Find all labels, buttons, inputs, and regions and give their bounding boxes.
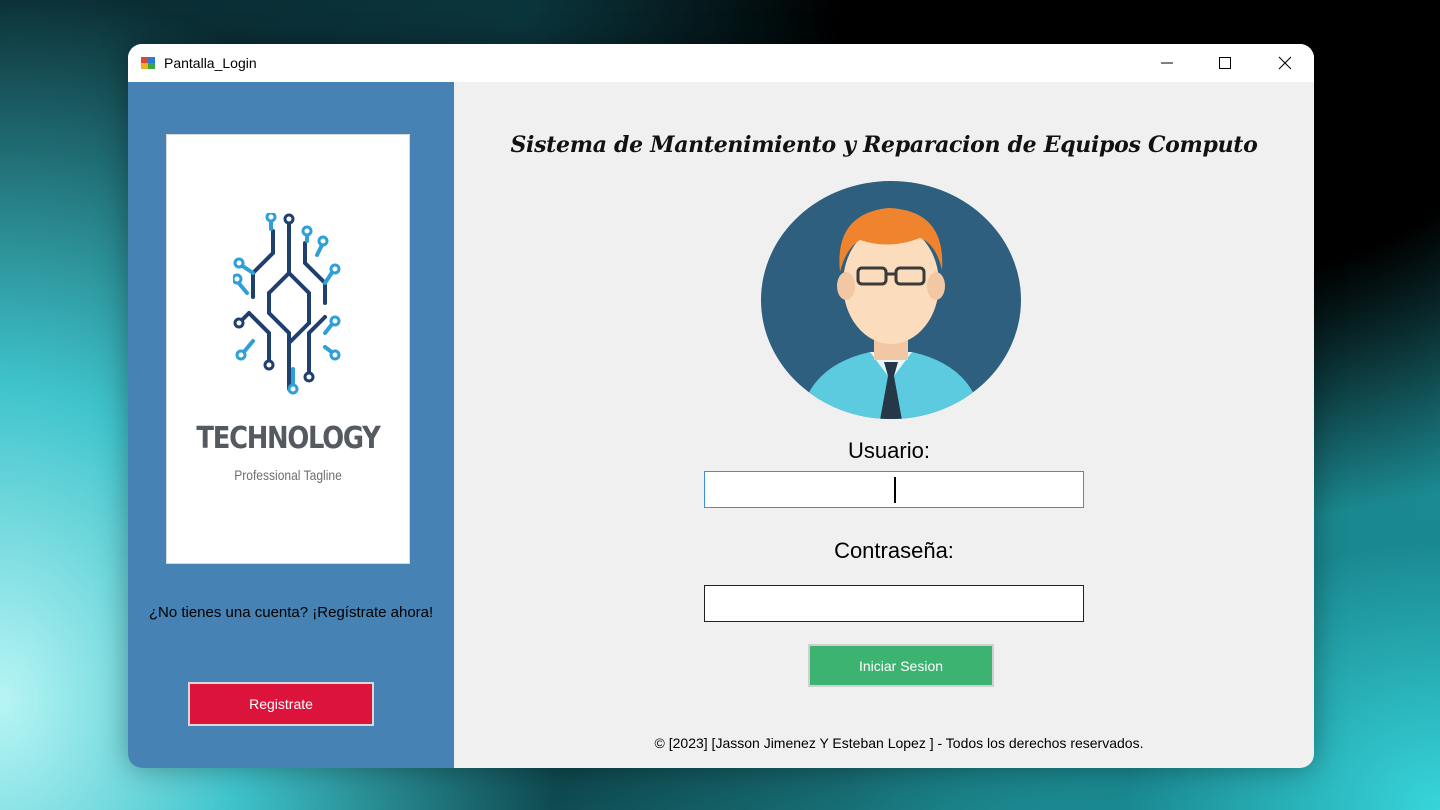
maximize-button[interactable] — [1196, 44, 1254, 82]
register-prompt: ¿No tienes una cuenta? ¡Regístrate ahora… — [148, 604, 434, 621]
close-button[interactable] — [1256, 44, 1314, 82]
circuit-logo-icon — [233, 213, 341, 395]
logo-name: TECHNOLOGY — [196, 421, 380, 456]
title-bar: Pantalla_Login — [128, 44, 1314, 82]
sidebar-panel: TECHNOLOGY Professional Tagline ¿No tien… — [128, 82, 454, 768]
text-caret — [894, 477, 896, 503]
password-input[interactable] — [704, 585, 1084, 622]
username-label: Usuario: — [848, 438, 930, 463]
window-title: Pantalla_Login — [164, 55, 257, 71]
logo-tagline: Professional Tagline — [234, 467, 342, 483]
minimize-button[interactable] — [1138, 44, 1196, 82]
app-icon — [141, 57, 155, 69]
system-title: Sistema de Mantenimiento y Reparacion de… — [510, 132, 1258, 158]
copyright-text: © [2023] [Jasson Jimenez Y Esteban Lopez… — [654, 735, 1144, 751]
login-window: Pantalla_Login TECHNOLOGY Professional T… — [128, 44, 1314, 768]
register-button[interactable]: Registrate — [188, 682, 374, 726]
logo-card: TECHNOLOGY Professional Tagline — [166, 134, 410, 564]
user-avatar-icon — [761, 181, 1021, 419]
login-button[interactable]: Iniciar Sesion — [808, 644, 994, 687]
close-icon — [1278, 56, 1292, 70]
password-label: Contraseña: — [834, 538, 954, 563]
maximize-icon — [1219, 57, 1231, 69]
minimize-icon — [1161, 62, 1173, 64]
